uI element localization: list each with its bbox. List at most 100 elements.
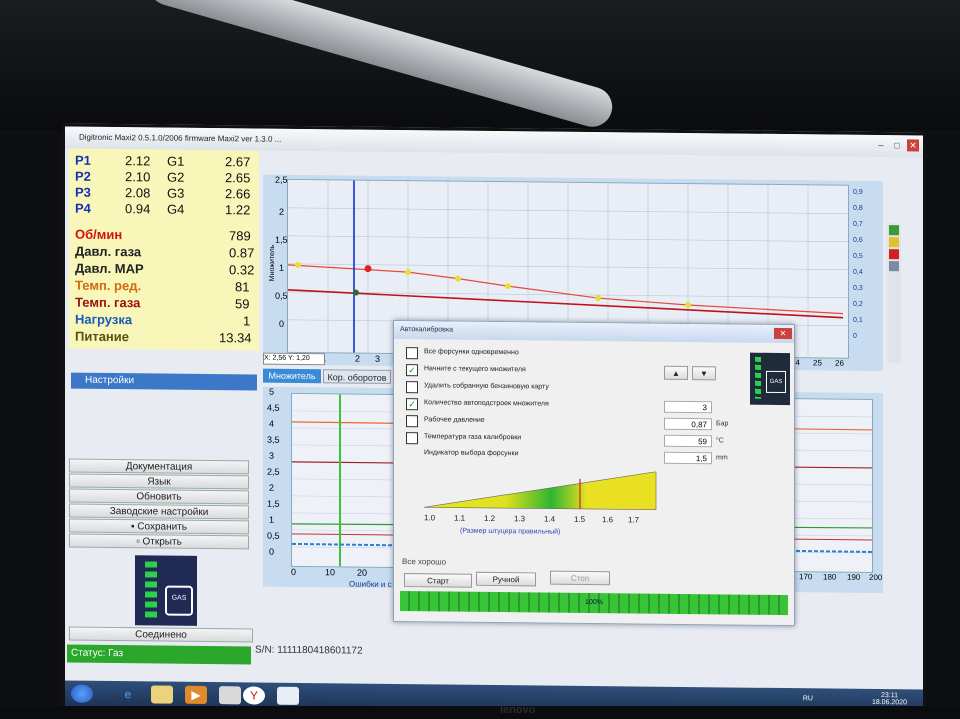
scale-tick: 1.2 — [484, 513, 496, 524]
p2-value: 2.10 — [125, 169, 151, 185]
power-value: 13.34 — [219, 330, 252, 346]
errors-link[interactable]: Ошибки и с — [349, 579, 392, 588]
minimize-button[interactable]: – — [875, 139, 887, 151]
p3-label: P3 — [75, 184, 91, 200]
media-player-icon[interactable]: ▶ — [185, 685, 207, 704]
signal-bars — [755, 356, 761, 399]
p4-value: 0.94 — [125, 201, 151, 217]
x-tick: 2 — [355, 353, 361, 364]
gas-app-icon[interactable] — [277, 686, 299, 705]
up-arrow-button[interactable]: ▲ — [664, 365, 688, 381]
p3-value: 2.08 — [125, 185, 151, 201]
working-pressure-checkbox[interactable] — [406, 415, 418, 428]
curve-point[interactable] — [295, 261, 301, 268]
auto-adjust-count-checkbox[interactable]: ✓ — [406, 398, 418, 411]
scale-tick: 1.0 — [424, 513, 436, 523]
connection-dropdown[interactable]: Соединено — [69, 626, 253, 643]
status-bar: Статус: Газ — [67, 644, 251, 665]
cursor-readout: X: 2,56 Y: 1,20 — [263, 352, 325, 366]
start-current-multiplier-checkbox[interactable]: ✓ — [406, 364, 418, 377]
y-tick: 0 — [279, 318, 285, 329]
x-tick: 0 — [291, 566, 297, 577]
curve-point-active[interactable] — [364, 265, 372, 273]
all-injectors-checkbox[interactable] — [406, 347, 418, 360]
stop-button[interactable]: Стоп — [550, 570, 610, 586]
injector-size-input[interactable]: 1,5 — [664, 451, 712, 465]
scale-tick: 1.1 — [454, 513, 466, 523]
working-pressure-input[interactable]: 0,87 — [664, 417, 712, 431]
save-button[interactable]: ▪ Сохранить — [69, 518, 249, 535]
right-tick: 0,1 — [853, 316, 863, 324]
y-tick: 2,5 — [275, 174, 288, 185]
curve-point[interactable] — [505, 283, 511, 290]
gas-pump-icon: GAS — [766, 370, 786, 394]
down-arrow-button[interactable]: ▼ — [692, 366, 716, 381]
rpm-label: Об/мин — [75, 226, 123, 243]
signal-bars — [145, 561, 157, 618]
scale-tick: 1.4 — [544, 514, 556, 524]
start-menu-icon[interactable] — [71, 684, 93, 703]
toolbar-icon[interactable] — [889, 249, 899, 260]
factory-settings-button[interactable]: Заводские настройки — [69, 503, 249, 520]
settings-node[interactable]: Настройки — [71, 372, 257, 391]
yandex-icon[interactable]: Y — [243, 686, 265, 705]
y-tick: 0,5 — [267, 530, 280, 541]
clock[interactable]: 23:11 18.06.2020 — [872, 692, 907, 706]
right-axis: 0,9 0,8 0,7 0,6 0,5 0,4 0,3 0,2 0,1 0 — [853, 188, 881, 360]
manual-label: Ручной — [492, 574, 520, 585]
stop-label: Стоп — [570, 573, 590, 583]
g2-value: 2.65 — [225, 170, 251, 186]
x-tick: 3 — [375, 353, 381, 364]
gas-temp-checkbox[interactable] — [406, 432, 418, 445]
browser-icon[interactable]: e — [117, 685, 139, 703]
y-tick: 0 — [269, 546, 275, 557]
x-tick: 180 — [823, 572, 837, 582]
p1-value: 2.12 — [125, 153, 151, 169]
close-button[interactable]: ✕ — [907, 139, 919, 152]
all-injectors-label: Все форсунки одновременно — [424, 348, 519, 357]
toolbar-icon[interactable] — [889, 225, 899, 236]
x-tick: 25 — [813, 358, 822, 368]
scale-tick: 1.3 — [514, 514, 526, 524]
y-tick: 2,5 — [267, 466, 280, 477]
y-tick: 3,5 — [267, 434, 280, 445]
delete-petrol-map-checkbox[interactable] — [406, 381, 418, 394]
maximize-button[interactable]: □ — [891, 139, 903, 151]
tab-multiplier[interactable]: Множитель — [263, 368, 321, 384]
window-title: Digitronic Maxi2 0.5.1.0/2006 firmware M… — [79, 132, 282, 144]
multiplier-curve — [287, 264, 844, 315]
language-dropdown[interactable]: Язык — [69, 473, 249, 490]
start-current-multiplier-label: Начните с текущего множителя — [424, 365, 526, 374]
start-button[interactable]: Старт — [404, 573, 472, 588]
documentation-button[interactable]: Документация — [69, 458, 249, 475]
gas-temp-input[interactable]: 59 — [664, 434, 712, 448]
language-indicator[interactable]: RU — [803, 695, 813, 702]
y-tick: 4,5 — [267, 402, 280, 413]
curve-point[interactable] — [685, 302, 691, 309]
g1-value: 2.67 — [225, 154, 251, 170]
manual-button[interactable]: Ручной — [476, 571, 536, 587]
readings-panel: P1 2.12 G1 2.67 P2 2.10 G2 2.65 P3 2.08 … — [69, 148, 259, 351]
tab-rpm-correction[interactable]: Кор. оборотов — [323, 369, 391, 384]
g4-value: 1.22 — [225, 202, 251, 218]
curve-point[interactable] — [595, 295, 601, 302]
open-button[interactable]: ▫ Открыть — [69, 533, 249, 550]
curve-point[interactable] — [405, 269, 411, 276]
curve-point[interactable] — [455, 275, 461, 282]
chart-toolbar — [887, 223, 901, 364]
gas-temp-cal-label: Температура газа калибровки — [424, 433, 522, 442]
power-label: Питание — [75, 328, 130, 345]
load-value: 1 — [243, 313, 251, 329]
gauge-scale: 1.0 1.1 1.2 1.3 1.4 1.5 1.6 1.7 — [424, 513, 664, 524]
toolbar-icon[interactable] — [889, 237, 899, 248]
toolbar-icon[interactable] — [889, 261, 899, 272]
gas-pressure-label: Давл. газа — [75, 243, 142, 260]
update-button[interactable]: Обновить — [69, 488, 249, 505]
right-tick: 0,9 — [853, 188, 863, 196]
size-unit: mm — [716, 454, 728, 462]
auto-adjust-count-input[interactable]: 3 — [664, 400, 712, 414]
dialog-close-button[interactable]: ✕ — [774, 327, 792, 340]
app-icon[interactable] — [219, 686, 241, 705]
folder-icon[interactable] — [151, 685, 173, 704]
tab-multiplier-label: Множитель — [268, 370, 316, 382]
